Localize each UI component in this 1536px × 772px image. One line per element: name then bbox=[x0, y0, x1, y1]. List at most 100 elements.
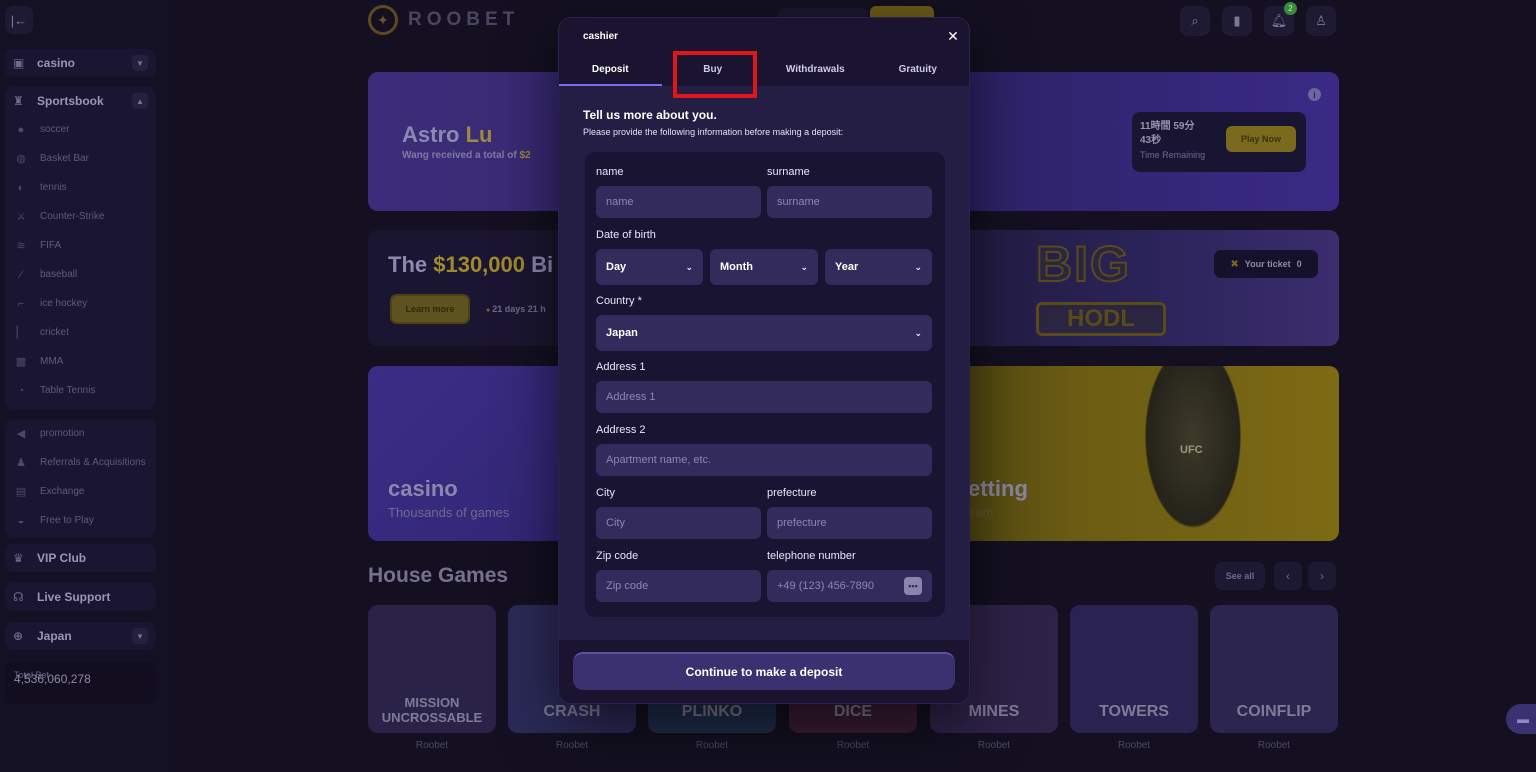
chevron-down-icon: ⌄ bbox=[685, 261, 693, 272]
address2-field[interactable]: Apartment name, etc. bbox=[596, 444, 932, 476]
game-name: CRASH bbox=[543, 703, 601, 720]
country-label: Country * bbox=[596, 295, 642, 307]
see-all-button[interactable]: See all bbox=[1215, 562, 1265, 590]
surname-field[interactable]: surname bbox=[767, 186, 932, 218]
month-select[interactable]: Month ⌄ bbox=[710, 249, 818, 285]
sidebar-item-ice-hockey[interactable]: ⌐ ice hockey bbox=[5, 289, 156, 318]
info-icon[interactable]: i bbox=[1308, 88, 1321, 101]
name-field[interactable]: name bbox=[596, 186, 761, 218]
controller-icon: ◒ bbox=[17, 514, 25, 527]
bell-icon[interactable]: 🔔︎ 2 bbox=[1264, 2, 1297, 36]
month-select-value: Month bbox=[720, 261, 753, 273]
address1-field[interactable]: Address 1 bbox=[596, 381, 932, 413]
play-now-button[interactable]: Play Now bbox=[1226, 126, 1296, 152]
sidebar: |← ▣ casino ▼ ♜ Sportsbook ▲ ● soccer ◍ Ba… bbox=[0, 0, 168, 772]
game-provider: Roobet bbox=[1117, 740, 1151, 751]
referral-icon: ♟ bbox=[16, 457, 26, 469]
prefecture-label: prefecture bbox=[767, 487, 817, 499]
address2-label: Address 2 bbox=[596, 424, 646, 436]
close-icon[interactable]: ✕ bbox=[945, 28, 961, 44]
day-select[interactable]: Day ⌄ bbox=[596, 249, 703, 285]
sidebar-item-label: promotion bbox=[40, 428, 85, 439]
name-label: name bbox=[596, 166, 624, 178]
sidebar-item-tennis[interactable]: ◐ tennis bbox=[5, 173, 156, 202]
crown-icon: ♛ bbox=[13, 551, 24, 565]
ufc-text: UFC bbox=[1180, 444, 1203, 456]
sidebar-item-label: soccer bbox=[40, 124, 70, 135]
country-select[interactable]: Japan ⌄ bbox=[596, 315, 932, 351]
promo-title-highlight: Lu bbox=[465, 122, 493, 147]
rewards-icon[interactable]: ▮ bbox=[1222, 6, 1252, 36]
game-provider: Roobet bbox=[555, 740, 589, 751]
sidebar-item-counter-strike[interactable]: ⚔ Counter-Strike bbox=[5, 202, 156, 231]
continue-deposit-button[interactable]: Continue to make a deposit bbox=[573, 652, 955, 690]
region-selector[interactable]: ⊕ Japan ▼ bbox=[5, 622, 156, 650]
game-name: DICE bbox=[833, 703, 873, 720]
sidebar-item-basket-bar[interactable]: ◍ Basket Bar bbox=[5, 144, 156, 173]
tennis-icon: ◐ bbox=[17, 181, 25, 194]
game-card-towers[interactable]: TOWERS bbox=[1070, 605, 1198, 733]
chevron-right-icon[interactable]: › bbox=[1308, 562, 1336, 590]
sportsbook-section: ♜ Sportsbook ▲ ● soccer ◍ Basket Bar ◐ tenn… bbox=[5, 87, 156, 409]
ice-hockey-icon: ⌐ bbox=[17, 297, 25, 310]
promo-title: Astro Lu bbox=[402, 122, 492, 148]
chevron-down-icon[interactable]: ▼ bbox=[132, 55, 148, 71]
chevron-down-icon[interactable]: ▼ bbox=[132, 628, 148, 644]
notification-badge: 2 bbox=[1284, 2, 1297, 15]
total-bet-panel: Total Bet 4,536,060,278 bbox=[5, 662, 156, 704]
casino-section[interactable]: ▣ casino ▼ bbox=[5, 49, 156, 77]
chevron-up-icon[interactable]: ▲ bbox=[132, 93, 148, 109]
sidebar-item-free-to-play[interactable]: ◒ Free to Play bbox=[5, 506, 156, 535]
house-games-title: House Games bbox=[368, 564, 509, 587]
sportsbook-header[interactable]: ♜ Sportsbook ▲ bbox=[5, 87, 156, 115]
sidebar-item-label: Basket Bar bbox=[40, 153, 89, 164]
sidebar-item-table-tennis[interactable]: ◔ Table Tennis bbox=[5, 376, 156, 405]
big-hodl-logo: BIG HODL bbox=[1035, 235, 1168, 340]
phone-label: telephone number bbox=[767, 550, 856, 562]
prefecture-field[interactable]: prefecture bbox=[767, 507, 932, 539]
hodl-title-part: The bbox=[388, 252, 434, 277]
game-card-mission-uncrossable[interactable]: MISSION UNCROSSABLE bbox=[368, 605, 496, 733]
sidebar-item-exchange[interactable]: ▤ Exchange bbox=[5, 477, 156, 506]
chat-icon[interactable]: ▬ bbox=[1506, 704, 1536, 734]
sidebar-item-baseball[interactable]: ⁄ baseball bbox=[5, 260, 156, 289]
phone-field[interactable]: +49 (123) 456-7890 ••• bbox=[767, 570, 932, 602]
tab-deposit[interactable]: Deposit bbox=[559, 56, 662, 86]
phone-placeholder: +49 (123) 456-7890 bbox=[777, 580, 874, 592]
tab-gratuity[interactable]: Gratuity bbox=[867, 56, 970, 86]
baseball-icon: ⁄ bbox=[20, 268, 22, 281]
megaphone-icon: ◀ bbox=[16, 428, 26, 440]
sidebar-item-mma[interactable]: ▩ MMA bbox=[5, 347, 156, 376]
phone-options-icon[interactable]: ••• bbox=[904, 577, 922, 595]
game-name: TOWERS bbox=[1099, 703, 1169, 720]
cashier-tabs: Deposit Buy Withdrawals Gratuity bbox=[559, 56, 969, 86]
vip-club-item[interactable]: ♛ VIP Club bbox=[5, 544, 156, 572]
game-name: PLINKO bbox=[681, 703, 743, 720]
gift-icon: ▤ bbox=[15, 486, 27, 498]
promo-subtitle: Wang received a total of $2 bbox=[402, 150, 531, 161]
trophy-icon: ♜ bbox=[13, 94, 24, 108]
game-card-coinflip[interactable]: COINFLIP bbox=[1210, 605, 1338, 733]
learn-more-button[interactable]: Learn more bbox=[390, 294, 470, 324]
sidebar-item-promotion[interactable]: ◀ promotion bbox=[5, 419, 156, 448]
sidebar-item-label: Counter-Strike bbox=[40, 211, 105, 222]
tab-withdrawals[interactable]: Withdrawals bbox=[764, 56, 867, 86]
sidebar-item-soccer[interactable]: ● soccer bbox=[5, 115, 156, 144]
roobet-logo[interactable]: ✦ ROOBET bbox=[368, 4, 519, 36]
sidebar-item-referrals[interactable]: ♟ Referrals & Acquisitions bbox=[5, 448, 156, 477]
sidebar-item-cricket[interactable]: ▏ cricket bbox=[5, 318, 156, 347]
live-support-item[interactable]: ☊ Live Support bbox=[5, 583, 156, 611]
year-select[interactable]: Year ⌄ bbox=[825, 249, 932, 285]
casino-label: casino bbox=[37, 56, 76, 70]
game-provider: Roobet bbox=[695, 740, 729, 751]
search-icon[interactable]: ⌕ bbox=[1180, 6, 1210, 36]
collapse-sidebar-icon[interactable]: |← bbox=[5, 6, 33, 34]
zip-field[interactable]: Zip code bbox=[596, 570, 761, 602]
city-field[interactable]: City bbox=[596, 507, 761, 539]
sidebar-item-fifa[interactable]: ≋ FIFA bbox=[5, 231, 156, 260]
chevron-left-icon[interactable]: ‹ bbox=[1274, 562, 1302, 590]
user-icon[interactable]: ♙ bbox=[1306, 6, 1336, 36]
ticket-counter[interactable]: ✖ Your ticket 0 bbox=[1214, 250, 1318, 278]
ticket-count: 0 bbox=[1296, 259, 1302, 269]
hodl-title-amount: $130,000 bbox=[433, 252, 525, 277]
